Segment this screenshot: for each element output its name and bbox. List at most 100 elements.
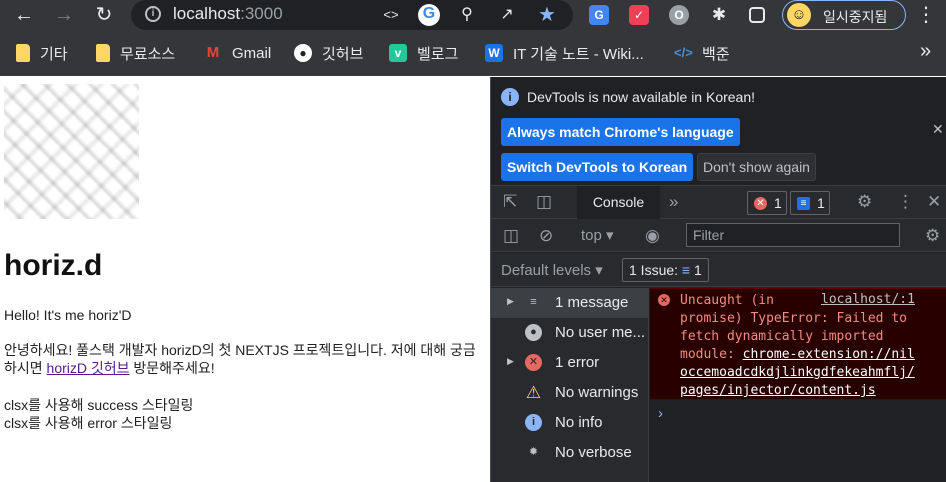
dont-show-again-button[interactable]: Don't show again — [697, 153, 816, 181]
sidebar-item-verbose[interactable]: ✹ No verbose — [491, 438, 648, 468]
bookmark-item[interactable]: 무료소스 — [96, 42, 175, 64]
error-line: fetch dynamically imported — [680, 329, 884, 344]
default-levels-dropdown[interactable]: Default levels ▾ — [501, 261, 603, 279]
bookmark-item[interactable]: W IT 기술 노트 - Wiki... — [485, 42, 644, 64]
issues-button[interactable]: 1 Issue: ≡ 1 — [622, 258, 709, 282]
sidebar-label: No info — [555, 414, 603, 431]
browser-toolbar: ← → ↻ i localhost:3000 <> G ⚲ ↗ ★ G ✓ O … — [0, 0, 946, 30]
console-toolbar: ◫ ⊘ top ▾ ◉ Filter ⚙ — [491, 219, 946, 252]
address-bar[interactable]: i localhost:3000 <> G ⚲ ↗ ★ — [131, 0, 573, 30]
live-expression-eye-icon[interactable]: ◉ — [645, 226, 660, 246]
message-icon: ≡ — [797, 197, 810, 210]
pocket-extension-icon[interactable]: ✓ — [629, 5, 649, 25]
bookmark-label: 백준 — [702, 45, 730, 63]
console-sidebar: ▶ ≡ 1 message ● No user me... ▶ ✕ 1 erro… — [491, 288, 649, 482]
console-prompt-icon[interactable]: › — [658, 405, 663, 422]
devtools-panel: i DevTools is now available in Korean! A… — [490, 77, 946, 482]
clear-console-icon[interactable]: ⊘ — [539, 226, 553, 246]
github-link[interactable]: horizD 깃허브 — [47, 360, 130, 376]
bookmark-label: 깃허브 — [322, 45, 364, 63]
extension-url-link[interactable]: chrome-extension://nil — [743, 347, 915, 362]
bookmark-item[interactable]: </> 백준 — [674, 42, 730, 64]
inspect-element-icon[interactable]: ⇱ — [503, 192, 517, 212]
intro-paragraph: 안녕하세요! 풀스택 개발자 horizD의 첫 NEXTJS 프로젝트입니다.… — [4, 341, 484, 377]
close-notice-icon[interactable]: ✕ — [932, 121, 944, 138]
issues-count: 1 — [693, 262, 702, 278]
context-selector[interactable]: top ▾ — [581, 226, 614, 244]
settings-gear-icon[interactable]: ⚙ — [857, 192, 872, 212]
device-toolbar-icon[interactable]: ◫ — [536, 192, 552, 212]
bookmark-item[interactable]: 기타 — [16, 42, 68, 64]
bookmark-label: 벨로그 — [417, 45, 459, 63]
info-icon: i — [525, 414, 542, 431]
url-text[interactable]: localhost:3000 — [173, 4, 283, 24]
bookmark-item[interactable]: ● 깃허브 — [294, 42, 363, 64]
list-icon: ≡ — [530, 296, 537, 308]
zoom-icon[interactable]: ⚲ — [457, 5, 477, 25]
error-source-link[interactable]: localhost/:1 — [821, 292, 915, 307]
site-info-icon[interactable]: i — [145, 6, 161, 22]
bookmark-item[interactable]: v 벨로그 — [389, 42, 458, 64]
sidebar-toggle-icon[interactable]: ◫ — [503, 226, 519, 246]
bookmark-label: IT 기술 노트 - Wiki... — [513, 45, 644, 63]
browser-menu-icon[interactable]: ⋮ — [916, 3, 936, 27]
sidebar-item-user-messages[interactable]: ● No user me... — [491, 318, 648, 348]
share-icon[interactable]: ↗ — [497, 5, 517, 25]
profile-image — [4, 84, 139, 219]
sidebar-item-errors[interactable]: ▶ ✕ 1 error — [491, 348, 648, 378]
extension-url-link[interactable]: occemoadcdkdjlinkgdfekeahmflj/ — [680, 365, 915, 380]
bookmark-label: 기타 — [40, 45, 68, 63]
filter-input[interactable]: Filter — [686, 223, 900, 247]
error-line-prefix: module: — [680, 347, 743, 362]
velog-icon: v — [389, 44, 407, 62]
switch-korean-button[interactable]: Switch DevTools to Korean — [501, 153, 694, 181]
bookmark-star-icon[interactable]: ★ — [537, 5, 557, 25]
error-line: occemoadcdkdjlinkgdfekeahmflj/ — [680, 364, 915, 382]
sidebar-item-warnings[interactable]: ⚠ No warnings — [491, 378, 648, 408]
greeting-text: Hello! It's me horiz'D — [4, 307, 132, 323]
message-count-badge[interactable]: ≡ 1 — [790, 191, 830, 215]
bookmark-label: 무료소스 — [120, 45, 176, 63]
expand-arrow-icon[interactable]: ▶ — [507, 356, 514, 367]
levels-bar: Default levels ▾ 1 Issue: ≡ 1 — [491, 253, 946, 287]
match-language-button[interactable]: Always match Chrome's language — [501, 118, 740, 146]
bookmarks-overflow-icon[interactable]: » — [920, 40, 931, 63]
success-text: clsx를 사용해 success 스타일링 — [4, 397, 194, 413]
back-icon[interactable]: ← — [12, 3, 36, 27]
sidebar-item-info[interactable]: i No info — [491, 408, 648, 438]
error-count-badge[interactable]: ✕ 1 — [747, 191, 787, 215]
close-devtools-icon[interactable]: ✕ — [927, 192, 941, 212]
sidebar-label: No warnings — [555, 384, 639, 401]
sidebar-label: 1 error — [555, 354, 600, 371]
expand-arrow-icon[interactable]: ▶ — [507, 296, 514, 307]
console-settings-gear-icon[interactable]: ⚙ — [925, 226, 940, 246]
profile-button[interactable]: ☺ 일시중지됨 — [782, 0, 906, 30]
sidebar-item-messages[interactable]: ▶ ≡ 1 message — [491, 288, 648, 318]
google-icon[interactable]: G — [418, 4, 440, 26]
url-host: localhost — [173, 4, 241, 23]
message-count: 1 — [817, 195, 825, 211]
bookmark-item[interactable]: M Gmail — [204, 42, 271, 64]
sidebar-label: No verbose — [555, 444, 632, 461]
error-message: ✕ Uncaught (in localhost/:1 promise) Typ… — [650, 288, 946, 400]
side-panel-icon[interactable] — [749, 7, 765, 23]
code-icon: </> — [674, 45, 693, 60]
extension-url-link[interactable]: pages/injector/content.js — [680, 383, 876, 398]
forward-icon[interactable]: → — [52, 3, 76, 27]
error-icon: ✕ — [658, 294, 670, 306]
extensions-puzzle-icon[interactable]: ✱ — [709, 5, 729, 25]
translate-extension-icon[interactable]: G — [589, 5, 609, 25]
user-icon: ● — [525, 324, 542, 341]
info-icon: i — [501, 88, 519, 106]
extension-o-icon[interactable]: O — [669, 5, 689, 25]
language-notice: DevTools is now available in Korean! — [527, 89, 756, 105]
error-line: pages/injector/content.js — [680, 382, 876, 400]
more-tabs-icon[interactable]: » — [669, 192, 678, 212]
tab-console[interactable]: Console — [577, 186, 660, 219]
bookmarks-bar: 기타 무료소스 M Gmail ● 깃허브 v 벨로그 W IT 기술 노트 -… — [0, 30, 946, 76]
reload-icon[interactable]: ↻ — [92, 3, 116, 27]
blocked-content-icon[interactable]: <> — [381, 5, 401, 25]
devtools-menu-icon[interactable]: ⋮ — [897, 192, 914, 212]
error-icon: ✕ — [525, 354, 542, 371]
levels-label: Default levels — [501, 262, 592, 279]
